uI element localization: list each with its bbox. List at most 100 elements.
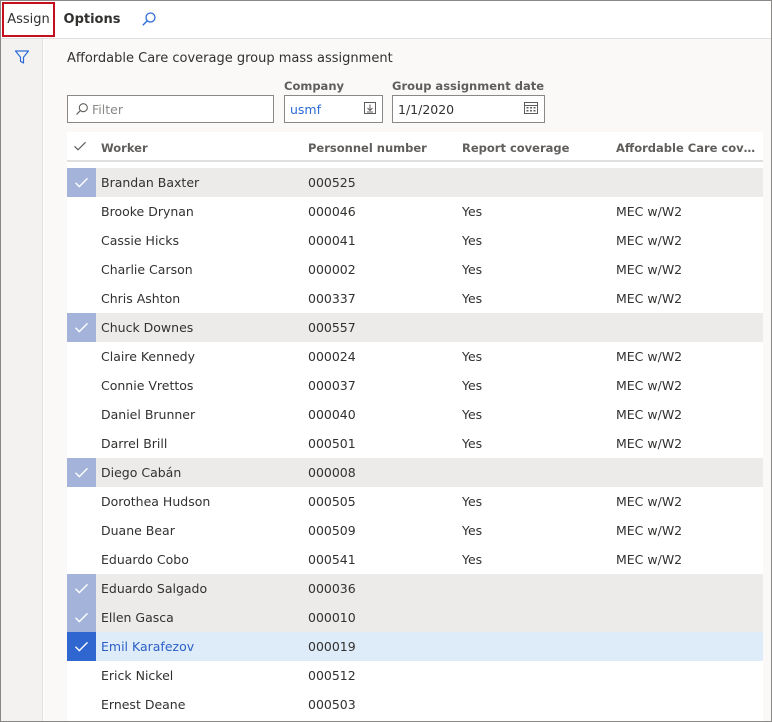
- table-row[interactable]: Brandan Baxter 000525: [67, 168, 764, 197]
- cell-affordable-care-coverage: MEC w/W2: [616, 436, 683, 451]
- cell-report-coverage: Yes: [462, 378, 483, 393]
- table-row[interactable]: Erick Nickel 000512: [67, 661, 764, 690]
- filter-input[interactable]: [92, 98, 270, 120]
- company-input[interactable]: [290, 98, 360, 120]
- cell-personnel-number: 000010: [308, 610, 356, 625]
- options-button[interactable]: Options: [61, 2, 123, 37]
- cell-affordable-care-coverage: MEC w/W2: [616, 349, 683, 364]
- row-checkbox[interactable]: [67, 400, 96, 429]
- row-checkbox[interactable]: [67, 661, 96, 690]
- table-row[interactable]: Ellen Gasca 000010: [67, 603, 764, 632]
- cell-personnel-number: 000019: [308, 639, 356, 654]
- date-input[interactable]: [398, 98, 518, 120]
- table-row[interactable]: Duane Bear 000509 Yes MEC w/W2: [67, 516, 764, 545]
- grid-scrollbar[interactable]: [763, 132, 771, 721]
- cell-worker: Charlie Carson: [101, 262, 193, 277]
- left-nav-strip: [1, 39, 43, 721]
- table-row[interactable]: Eduardo Salgado 000036: [67, 574, 764, 603]
- cell-worker: Ernest Deane: [101, 697, 186, 712]
- table-row[interactable]: Cassie Hicks 000041 Yes MEC w/W2: [67, 226, 764, 255]
- cell-personnel-number: 000509: [308, 523, 356, 538]
- row-checkbox[interactable]: [67, 429, 96, 458]
- assign-button[interactable]: Assign: [2, 2, 55, 37]
- table-row[interactable]: Connie Vrettos 000037 Yes MEC w/W2: [67, 371, 764, 400]
- cell-worker: Brooke Drynan: [101, 204, 194, 219]
- row-checkbox[interactable]: [67, 574, 96, 603]
- row-checkbox[interactable]: [67, 603, 96, 632]
- row-checkbox[interactable]: [67, 487, 96, 516]
- search-icon: [141, 11, 157, 30]
- cell-affordable-care-coverage: MEC w/W2: [616, 552, 683, 567]
- cell-personnel-number: 000505: [308, 494, 356, 509]
- lookup-icon: [363, 101, 377, 118]
- row-checkbox[interactable]: [67, 284, 96, 313]
- cell-personnel-number: 000002: [308, 262, 356, 277]
- cell-worker: Diego Cabán: [101, 465, 182, 480]
- row-checkbox[interactable]: [67, 313, 96, 342]
- cell-affordable-care-coverage: MEC w/W2: [616, 204, 683, 219]
- cell-affordable-care-coverage: MEC w/W2: [616, 523, 683, 538]
- cell-report-coverage: Yes: [462, 233, 483, 248]
- row-checkbox[interactable]: [67, 371, 96, 400]
- table-row[interactable]: Daniel Brunner 000040 Yes MEC w/W2: [67, 400, 764, 429]
- cell-report-coverage: Yes: [462, 204, 483, 219]
- cell-report-coverage: Yes: [462, 349, 483, 364]
- cell-worker: Cassie Hicks: [101, 233, 180, 248]
- table-row[interactable]: Dorothea Hudson 000505 Yes MEC w/W2: [67, 487, 764, 516]
- cell-personnel-number: 000512: [308, 668, 356, 683]
- cell-report-coverage: Yes: [462, 291, 483, 306]
- cell-affordable-care-coverage: MEC w/W2: [616, 291, 683, 306]
- row-checkbox[interactable]: [67, 255, 96, 284]
- table-row[interactable]: Charlie Carson 000002 Yes MEC w/W2: [67, 255, 764, 284]
- row-checkbox[interactable]: [67, 545, 96, 574]
- table-row[interactable]: Brooke Drynan 000046 Yes MEC w/W2: [67, 197, 764, 226]
- date-label: Group assignment date: [392, 79, 545, 93]
- cell-report-coverage: Yes: [462, 552, 483, 567]
- table-row[interactable]: Chris Ashton 000337 Yes MEC w/W2: [67, 284, 764, 313]
- select-all-checkbox[interactable]: [73, 139, 89, 155]
- row-checkbox[interactable]: [67, 168, 96, 197]
- grid-body: Brandan Baxter 000525 Brooke Drynan 000046 Y…: [67, 168, 764, 719]
- cell-personnel-number: 000041: [308, 233, 356, 248]
- table-row[interactable]: Chuck Downes 000557: [67, 313, 764, 342]
- cell-report-coverage: Yes: [462, 262, 483, 277]
- column-header-personnel-number[interactable]: Personnel number: [308, 141, 458, 155]
- cell-worker: Eduardo Cobo: [101, 552, 189, 567]
- table-row[interactable]: Emil Karafezov 000019: [67, 632, 764, 661]
- search-button[interactable]: [135, 6, 163, 34]
- filter-pane-button[interactable]: [9, 47, 35, 69]
- cell-personnel-number: 000037: [308, 378, 356, 393]
- column-header-worker[interactable]: Worker: [101, 141, 301, 155]
- column-header-report-coverage[interactable]: Report coverage: [462, 141, 612, 155]
- table-row[interactable]: Eduardo Cobo 000541 Yes MEC w/W2: [67, 545, 764, 574]
- table-row[interactable]: Claire Kennedy 000024 Yes MEC w/W2: [67, 342, 764, 371]
- cell-worker: Eduardo Salgado: [101, 581, 208, 596]
- row-checkbox[interactable]: [67, 197, 96, 226]
- cell-report-coverage: Yes: [462, 436, 483, 451]
- cell-worker: Darrel Brill: [101, 436, 168, 451]
- row-checkbox[interactable]: [67, 632, 96, 661]
- row-checkbox[interactable]: [67, 516, 96, 545]
- cell-affordable-care-coverage: MEC w/W2: [616, 233, 683, 248]
- row-checkbox[interactable]: [67, 690, 96, 719]
- date-field: [392, 95, 545, 123]
- row-checkbox[interactable]: [67, 226, 96, 255]
- cell-personnel-number: 000337: [308, 291, 356, 306]
- company-lookup-button[interactable]: [360, 99, 380, 119]
- cell-worker: Erick Nickel: [101, 668, 174, 683]
- cell-affordable-care-coverage: MEC w/W2: [616, 407, 683, 422]
- table-row[interactable]: Diego Cabán 000008: [67, 458, 764, 487]
- column-header-affordable-care-coverage[interactable]: Affordable Care coverage ...: [616, 141, 762, 155]
- cell-worker: Connie Vrettos: [101, 378, 194, 393]
- row-checkbox[interactable]: [67, 342, 96, 371]
- cell-personnel-number: 000503: [308, 697, 356, 712]
- calendar-button[interactable]: [520, 99, 542, 119]
- cell-personnel-number: 000008: [308, 465, 356, 480]
- table-row[interactable]: Ernest Deane 000503: [67, 690, 764, 719]
- row-checkbox[interactable]: [67, 458, 96, 487]
- company-label: Company: [284, 79, 344, 93]
- cell-affordable-care-coverage: MEC w/W2: [616, 378, 683, 393]
- cell-worker: Brandan Baxter: [101, 175, 200, 190]
- cell-personnel-number: 000046: [308, 204, 356, 219]
- table-row[interactable]: Darrel Brill 000501 Yes MEC w/W2: [67, 429, 764, 458]
